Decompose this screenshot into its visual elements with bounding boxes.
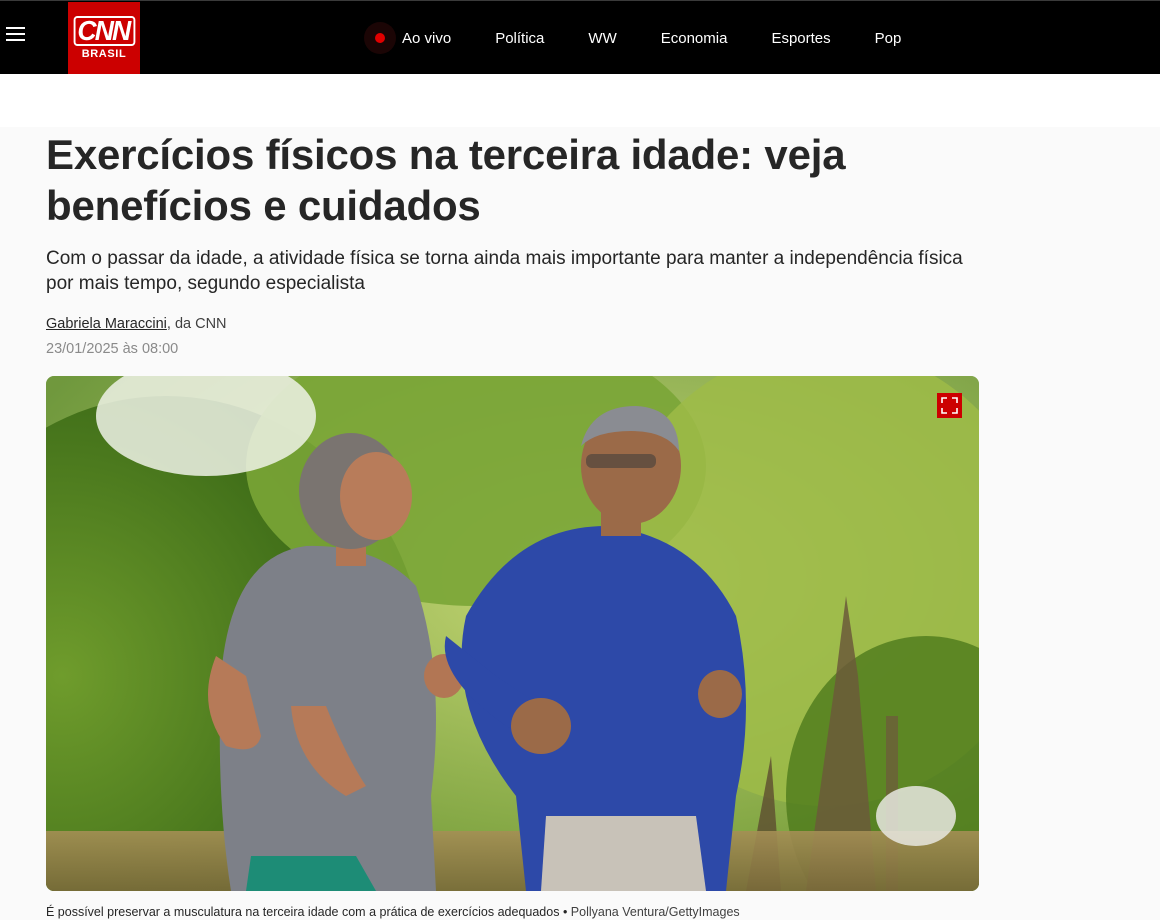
caption-separator: • — [559, 905, 571, 919]
caption-text: É possível preservar a musculatura na te… — [46, 905, 560, 919]
logo-brasil-text: BRASIL — [81, 48, 127, 60]
article-title: Exercícios físicos na terceira idade: ve… — [46, 131, 846, 229]
photo-caption: É possível preservar a musculatura na te… — [46, 905, 740, 919]
author-suffix: , da CNN — [166, 316, 227, 332]
logo-cnn-text: CNN — [73, 16, 135, 46]
cnn-brasil-logo[interactable]: CNN BRASIL — [68, 2, 140, 74]
byline: Gabriela Maraccini, da CNN — [46, 316, 227, 332]
section-links: Ao vivo Política WW Economia Esportes Po… — [364, 1, 945, 75]
nav-link-esportes[interactable]: Esportes — [771, 30, 830, 47]
hamburger-menu-icon[interactable] — [6, 27, 26, 47]
live-dot-icon[interactable] — [364, 22, 396, 54]
photo-credit: Pollyana Ventura/GettyImages — [570, 905, 740, 919]
article-subtitle: Com o passar da idade, a atividade físic… — [46, 248, 963, 294]
nav-link-pop[interactable]: Pop — [875, 30, 902, 47]
article-container: Exercícios físicos na terceira idade: ve… — [0, 127, 1160, 920]
publish-date: 23/01/2025 às 08:00 — [46, 341, 179, 357]
article-photo[interactable] — [46, 376, 979, 891]
top-navigation-bar: CNN BRASIL Ao vivo Política WW Economia … — [0, 0, 1160, 74]
photo-illustration — [46, 376, 979, 891]
nav-link-ao-vivo[interactable]: Ao vivo — [402, 30, 451, 47]
expand-fullscreen-icon[interactable] — [937, 393, 962, 418]
author-link[interactable]: Gabriela Maraccini — [46, 316, 167, 332]
nav-link-politica[interactable]: Política — [495, 30, 544, 47]
nav-link-ww[interactable]: WW — [588, 30, 616, 47]
nav-link-economia[interactable]: Economia — [661, 30, 728, 47]
